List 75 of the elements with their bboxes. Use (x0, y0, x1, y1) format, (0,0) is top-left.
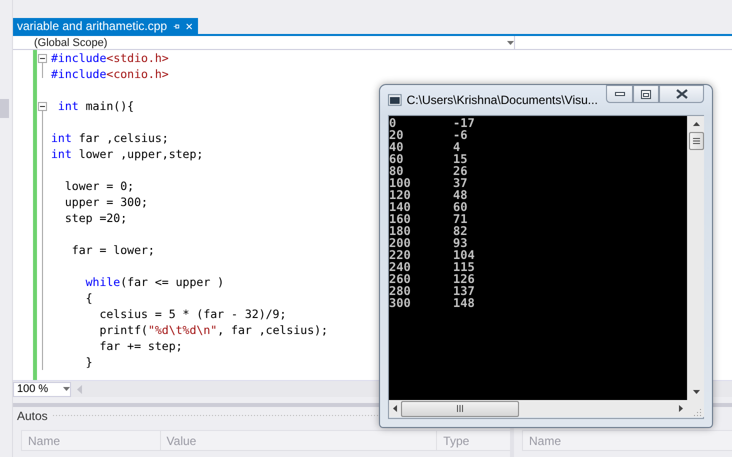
output-text: 300 (389, 297, 412, 309)
code-line: { (84, 290, 93, 306)
code-line: far = lower; (70, 242, 155, 258)
output-text: 137 (453, 285, 475, 297)
code-line: while(far <= upper ) (84, 274, 224, 290)
pin-icon[interactable] (173, 22, 180, 30)
output-text: 60 (453, 201, 468, 213)
code-line: printf("%d\t%d\n", far ,celsius); (98, 322, 328, 338)
output-text: 15 (453, 153, 468, 165)
output-text: 82 (453, 225, 468, 237)
close-icon[interactable] (186, 22, 192, 30)
caret-icon[interactable] (507, 40, 514, 44)
output-text: 200 (389, 237, 412, 249)
output-text: 71 (453, 213, 468, 225)
output-text: -6 (453, 129, 468, 141)
code-line: far += step; (98, 338, 183, 354)
column-header[interactable]: Value (160, 431, 436, 450)
output-text: 80 (389, 165, 404, 177)
collapse-icon[interactable] (38, 54, 47, 63)
scroll-left-icon[interactable] (393, 405, 397, 412)
collapse-icon[interactable] (38, 102, 47, 111)
output-text: 93 (453, 237, 468, 249)
output-text: 148 (453, 297, 475, 309)
output-text: 0 (389, 117, 398, 129)
vertical-scrollbar[interactable] (687, 116, 704, 400)
caret-icon[interactable] (63, 387, 70, 391)
output-text: 120 (389, 189, 412, 201)
minimize-button[interactable] (606, 85, 633, 103)
code-line: #include<conio.h> (51, 66, 169, 82)
close-button[interactable] (659, 85, 704, 103)
code-line: } (84, 354, 93, 370)
close-icon (676, 89, 688, 99)
code-line: int lower ,upper,step; (51, 146, 204, 162)
maximize-button[interactable] (633, 85, 659, 103)
column-header[interactable]: Type (436, 431, 510, 450)
output-text: 220 (389, 249, 412, 261)
code-line: int main(){ (56, 98, 134, 114)
code-line: celsius = 5 * (far - 32)/9; (98, 306, 286, 322)
grip-icon (457, 405, 463, 412)
output-text: 100 (389, 177, 412, 189)
output-text: 115 (453, 261, 475, 273)
column-header[interactable]: Name (21, 431, 160, 450)
scroll-up-icon[interactable] (692, 122, 700, 126)
maximize-icon (641, 90, 651, 98)
horizontal-scrollbar[interactable] (389, 400, 687, 417)
output-text: 180 (389, 225, 412, 237)
output-text: 40 (389, 141, 404, 153)
document-tab[interactable]: variable and arithametic.cpp (13, 18, 198, 34)
minimize-icon (614, 92, 624, 96)
output-text: 26 (453, 165, 468, 177)
zoom-dropdown[interactable]: 100 % (13, 382, 71, 396)
output-text: 104 (453, 249, 475, 261)
output-text: 280 (389, 285, 412, 297)
output-text: 20 (389, 129, 404, 141)
code-line: int far ,celsius; (51, 130, 169, 146)
code-line: lower = 0; (64, 178, 134, 194)
panel-title: Autos (17, 409, 48, 423)
scroll-right-icon[interactable] (679, 405, 683, 412)
output-text: 240 (389, 261, 412, 273)
output-text: 37 (453, 177, 468, 189)
code-line: step =20; (64, 210, 128, 226)
output-text: 140 (389, 201, 412, 213)
code-line: #include<stdio.h> (51, 50, 169, 66)
output-text: 126 (453, 273, 475, 285)
scroll-down-icon[interactable] (692, 390, 700, 394)
window-title: C:\Users\Krishna\Documents\Visu... (406, 93, 599, 107)
output-text: 60 (389, 153, 404, 165)
output-text: 160 (389, 213, 412, 225)
output-text: 4 (453, 141, 460, 153)
output-text: 260 (389, 273, 412, 285)
output-text: -17 (453, 117, 475, 129)
console-icon (388, 94, 402, 106)
code-line: upper = 300; (64, 194, 148, 210)
grip-icon (692, 138, 700, 144)
output-text: 48 (453, 189, 468, 201)
